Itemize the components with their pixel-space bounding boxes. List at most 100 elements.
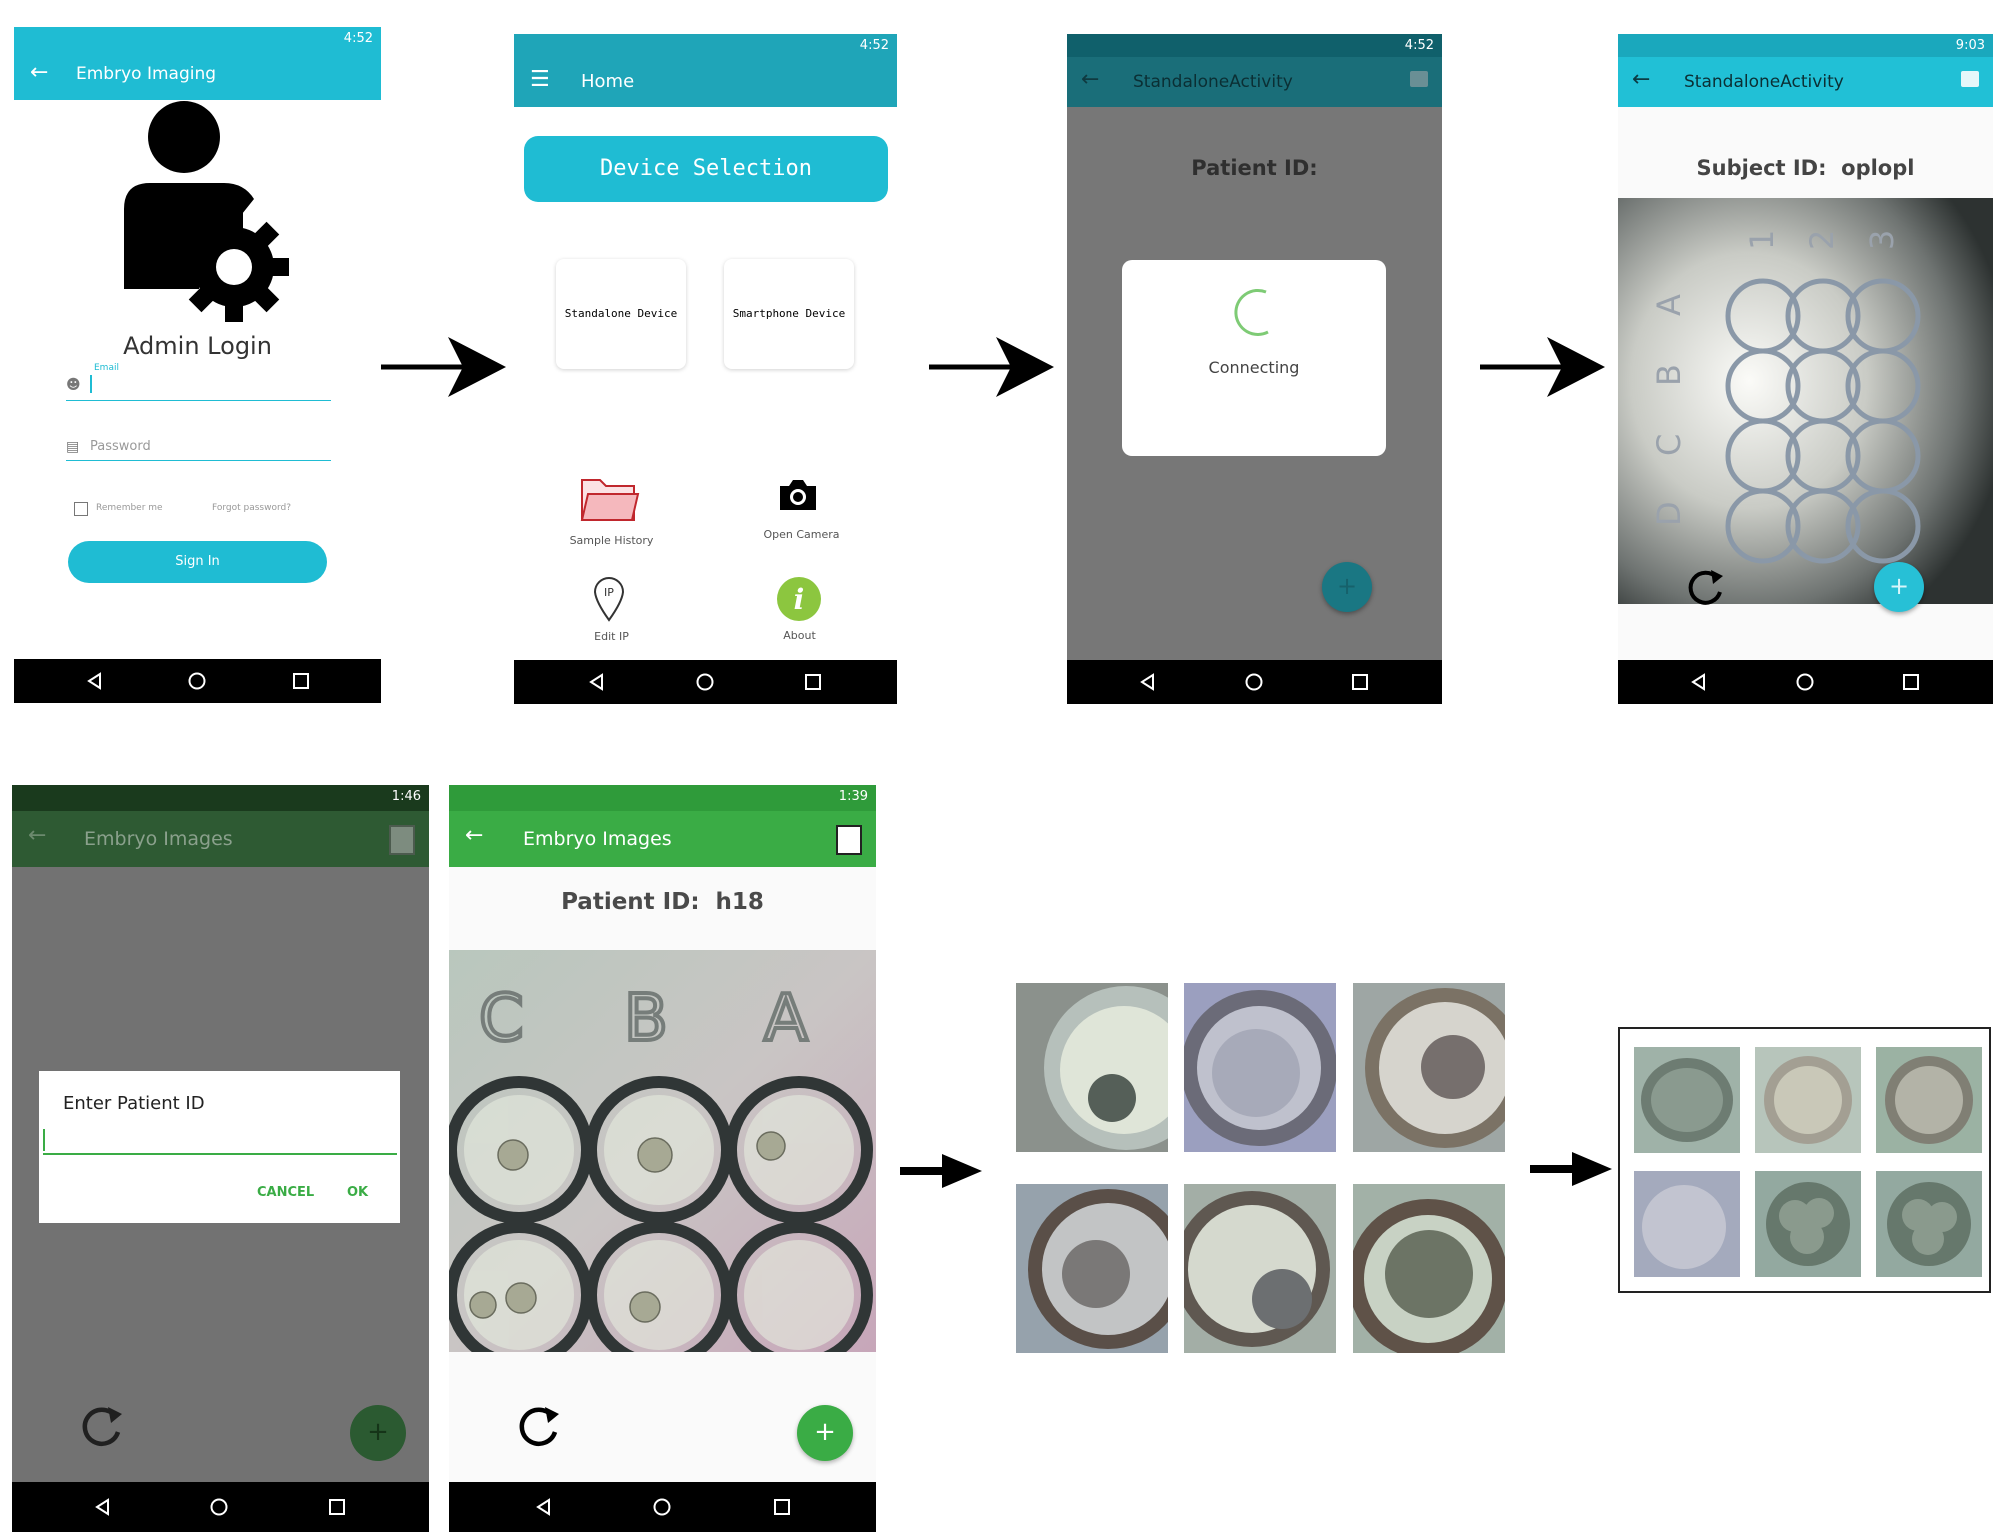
- app-bar: ← StandaloneActivity: [1067, 57, 1442, 107]
- nav-back-icon[interactable]: [92, 1496, 114, 1518]
- back-arrow-icon[interactable]: ←: [30, 60, 48, 85]
- gallery-icon[interactable]: [836, 825, 862, 855]
- nav-bar: [12, 1482, 429, 1532]
- nav-recents-icon[interactable]: [802, 671, 824, 693]
- embryo-crop-2: [1755, 1047, 1861, 1153]
- image-icon[interactable]: [1410, 71, 1428, 87]
- app-bar: ☰ Home: [514, 57, 897, 107]
- patient-id-input[interactable]: [43, 1125, 397, 1155]
- plate-col-number-3: 3: [1863, 230, 1901, 250]
- nav-home-icon[interactable]: [1794, 671, 1816, 693]
- add-button[interactable]: +: [797, 1405, 853, 1461]
- nav-back-icon[interactable]: [1688, 671, 1710, 693]
- password-field[interactable]: Password: [66, 431, 331, 461]
- admin-gear-user-icon: [124, 101, 289, 322]
- cropped-well-3: [1353, 983, 1505, 1152]
- image-icon[interactable]: [1961, 71, 1979, 87]
- patient-id-row: Patient ID: h18: [449, 889, 876, 915]
- ok-button[interactable]: OK: [347, 1185, 368, 1200]
- flow-arrow: [1530, 1148, 1612, 1194]
- embryo-crop-6: [1876, 1171, 1982, 1277]
- back-arrow-icon[interactable]: ←: [1081, 67, 1099, 92]
- back-arrow-icon[interactable]: ←: [1632, 67, 1650, 92]
- email-field[interactable]: [66, 371, 331, 401]
- plate-col-number-2: 2: [1803, 230, 1841, 250]
- back-arrow-icon[interactable]: ←: [28, 823, 46, 848]
- app-bar: ← Embryo Images: [449, 811, 876, 867]
- edit-ip-label: Edit IP: [594, 630, 629, 643]
- status-bar: 4:52: [14, 27, 381, 50]
- nav-home-icon[interactable]: [186, 670, 208, 692]
- status-bar: 1:39: [449, 785, 876, 811]
- open-camera-label: Open Camera: [763, 528, 840, 541]
- status-time: 4:52: [343, 31, 373, 46]
- plate-row-letter-b: B: [1650, 364, 1688, 386]
- status-time: 1:39: [838, 789, 868, 804]
- status-bar: 4:52: [514, 34, 897, 57]
- plate-letter-b: B: [624, 982, 668, 1056]
- app-bar: ← Embryo Imaging: [14, 50, 381, 100]
- status-time: 4:52: [1404, 38, 1434, 53]
- screen-standalone-connecting: 4:52 ← StandaloneActivity Patient ID: Co…: [1067, 34, 1442, 704]
- app-title: Embryo Images: [84, 828, 233, 850]
- app-title: Embryo Images: [523, 828, 672, 850]
- patient-id-value: h18: [715, 889, 764, 915]
- cropped-well-2: [1184, 983, 1336, 1152]
- nav-bar: [1618, 660, 1993, 704]
- password-placeholder: Password: [90, 439, 151, 454]
- folder-icon[interactable]: [580, 474, 640, 524]
- forgot-password-link[interactable]: Forgot password?: [212, 503, 291, 513]
- embryo-crop-5: [1755, 1171, 1861, 1277]
- nav-back-icon[interactable]: [84, 670, 106, 692]
- loading-spinner-icon: [1234, 288, 1269, 336]
- camera-icon[interactable]: [778, 478, 818, 512]
- app-bar: ← Embryo Images: [12, 811, 429, 867]
- app-title: Home: [581, 71, 635, 92]
- nav-recents-icon[interactable]: [326, 1496, 348, 1518]
- device-selection-header: Device Selection: [524, 136, 888, 202]
- patient-id-dialog: Enter Patient ID CANCEL OK: [39, 1071, 400, 1223]
- status-bar: 1:46: [12, 785, 429, 811]
- nav-home-icon[interactable]: [208, 1496, 230, 1518]
- nav-home-icon[interactable]: [651, 1496, 673, 1518]
- add-button[interactable]: +: [1322, 562, 1372, 612]
- smartphone-device-button[interactable]: Smartphone Device: [724, 259, 854, 369]
- nav-recents-icon[interactable]: [1900, 671, 1922, 693]
- plate-row-letter-c: C: [1650, 434, 1688, 456]
- sign-in-button[interactable]: Sign In: [68, 541, 327, 583]
- about-label: About: [783, 629, 816, 642]
- nav-recents-icon[interactable]: [1349, 671, 1371, 693]
- menu-icon[interactable]: ☰: [530, 67, 550, 92]
- app-title: StandaloneActivity: [1133, 72, 1293, 92]
- nav-home-icon[interactable]: [694, 671, 716, 693]
- flow-arrow: [929, 332, 1054, 406]
- refresh-icon[interactable]: [80, 1403, 126, 1449]
- app-bar: ← StandaloneActivity: [1618, 57, 1993, 107]
- refresh-icon[interactable]: [1685, 566, 1727, 608]
- standalone-device-button[interactable]: Standalone Device: [556, 259, 686, 369]
- nav-recents-icon[interactable]: [771, 1496, 793, 1518]
- sample-history-label: Sample History: [569, 534, 654, 547]
- screen-standalone-subject: 9:03 ← StandaloneActivity Subject ID: op…: [1618, 34, 1993, 704]
- remember-label: Remember me: [96, 503, 163, 513]
- status-bar: 4:52: [1067, 34, 1442, 57]
- add-button[interactable]: +: [1874, 562, 1924, 612]
- info-icon[interactable]: i: [776, 576, 822, 622]
- nav-back-icon[interactable]: [586, 671, 608, 693]
- remember-checkbox[interactable]: [74, 502, 88, 516]
- nav-bar: [1067, 660, 1442, 704]
- nav-home-icon[interactable]: [1243, 671, 1265, 693]
- admin-login-label: Admin Login: [123, 332, 272, 360]
- connecting-label: Connecting: [1208, 358, 1300, 377]
- cancel-button[interactable]: CANCEL: [257, 1185, 314, 1200]
- svg-text:IP: IP: [604, 586, 614, 599]
- add-button[interactable]: +: [350, 1405, 406, 1461]
- well-plate-image: C B A: [449, 950, 876, 1352]
- refresh-icon[interactable]: [517, 1403, 563, 1449]
- nav-back-icon[interactable]: [533, 1496, 555, 1518]
- nav-recents-icon[interactable]: [290, 670, 312, 692]
- gallery-icon[interactable]: [389, 825, 415, 855]
- nav-back-icon[interactable]: [1137, 671, 1159, 693]
- back-arrow-icon[interactable]: ←: [465, 823, 483, 848]
- location-pin-icon[interactable]: IP: [592, 574, 626, 622]
